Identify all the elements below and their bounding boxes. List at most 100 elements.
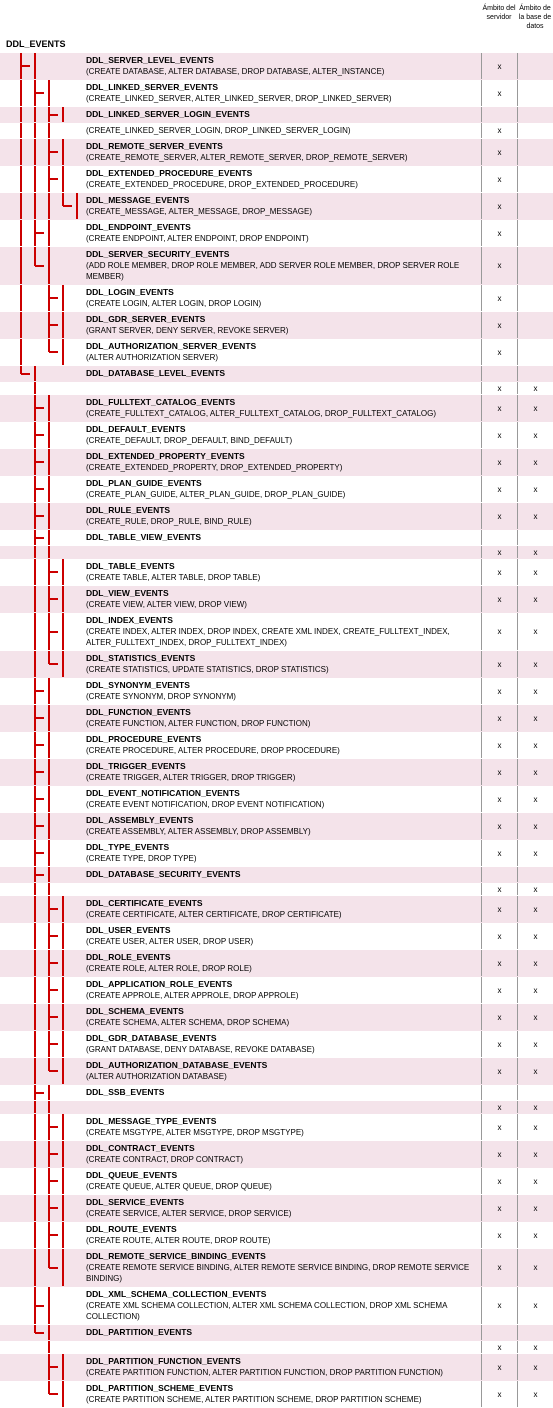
event-group-members: (CREATE TABLE, ALTER TABLE, DROP TABLE) [86,573,260,582]
cell-database-scope: x [517,1058,553,1084]
tree-row: DDL_TYPE_EVENTS(CREATE TYPE, DROP TYPE)x… [0,840,553,867]
cell-server-scope: x [481,840,517,866]
cell-server-scope: x [481,546,517,558]
tree-row: (CREATE_LINKED_SERVER_LOGIN, DROP_LINKED… [0,123,553,139]
root-node: DDL_EVENTS [0,35,553,53]
tree-row: DDL_INDEX_EVENTS(CREATE INDEX, ALTER IND… [0,613,553,651]
cell-database-scope: x [517,382,553,394]
node-text: DDL_STATISTICS_EVENTS(CREATE STATISTICS,… [84,651,481,677]
tree-row: xx [0,382,553,395]
cell-database-scope: x [517,840,553,866]
event-group-members: (CREATE_FULLTEXT_CATALOG, ALTER_FULLTEXT… [86,409,436,418]
cell-database-scope: x [517,586,553,612]
header-database-scope: Ámbito de la base de datos [517,4,553,31]
event-group-members: (CREATE QUEUE, ALTER QUEUE, DROP QUEUE) [86,1182,272,1191]
event-group-members: (CREATE ASSEMBLY, ALTER ASSEMBLY, DROP A… [86,827,311,836]
cell-database-scope: x [517,1341,553,1353]
cell-server-scope: x [481,1141,517,1167]
event-tree: DDL_SERVER_LEVEL_EVENTS(CREATE DATABASE,… [0,53,553,1408]
event-group-title: DDL_CERTIFICATE_EVENTS [86,898,203,908]
event-group-members: (CREATE USER, ALTER USER, DROP USER) [86,937,253,946]
tree-row: DDL_FUNCTION_EVENTS(CREATE FUNCTION, ALT… [0,705,553,732]
cell-server-scope: x [481,1354,517,1380]
event-group-members: (CREATE EVENT NOTIFICATION, DROP EVENT N… [86,800,324,809]
node-text: DDL_LINKED_SERVER_EVENTS(CREATE_LINKED_S… [84,80,481,106]
node-text: DDL_SSB_EVENTS [84,1085,481,1100]
event-group-title: DDL_LINKED_SERVER_LOGIN_EVENTS [86,109,250,119]
cell-server-scope: x [481,1058,517,1084]
tree-row: DDL_FULLTEXT_CATALOG_EVENTS(CREATE_FULLT… [0,395,553,422]
cell-server-scope: x [481,395,517,421]
event-group-title: DDL_TABLE_EVENTS [86,561,175,571]
node-text: DDL_TABLE_VIEW_EVENTS [84,530,481,545]
cell-server-scope: x [481,166,517,192]
cell-server-scope: x [481,220,517,246]
cell-database-scope [517,312,553,338]
node-text: DDL_ASSEMBLY_EVENTS(CREATE ASSEMBLY, ALT… [84,813,481,839]
event-group-title: DDL_EXTENDED_PROPERTY_EVENTS [86,451,245,461]
cell-database-scope [517,530,553,545]
event-group-title: DDL_AUTHORIZATION_DATABASE_EVENTS [86,1060,267,1070]
cell-server-scope: x [481,312,517,338]
node-text [84,883,481,895]
cell-server-scope: x [481,923,517,949]
event-group-members: (CREATE XML SCHEMA COLLECTION, ALTER XML… [86,1301,447,1321]
cell-server-scope: x [481,503,517,529]
cell-database-scope: x [517,732,553,758]
cell-server-scope: x [481,1004,517,1030]
node-text: DDL_SERVICE_EVENTS(CREATE SERVICE, ALTER… [84,1195,481,1221]
event-group-members: (CREATE CONTRACT, DROP CONTRACT) [86,1155,243,1164]
cell-server-scope: x [481,1381,517,1407]
event-group-title: DDL_PARTITION_SCHEME_EVENTS [86,1383,233,1393]
cell-server-scope: x [481,651,517,677]
cell-database-scope [517,366,553,381]
event-group-title: DDL_SYNONYM_EVENTS [86,680,190,690]
event-group-members: (CREATE INDEX, ALTER INDEX, DROP INDEX, … [86,627,450,647]
node-text [84,1101,481,1113]
node-text: DDL_LOGIN_EVENTS(CREATE LOGIN, ALTER LOG… [84,285,481,311]
cell-database-scope [517,247,553,284]
node-text: DDL_LINKED_SERVER_LOGIN_EVENTS [84,107,481,122]
cell-database-scope: x [517,813,553,839]
tree-row: DDL_VIEW_EVENTS(CREATE VIEW, ALTER VIEW,… [0,586,553,613]
tree-row: DDL_REMOTE_SERVER_EVENTS(CREATE_REMOTE_S… [0,139,553,166]
event-group-title: DDL_TABLE_VIEW_EVENTS [86,532,201,542]
event-group-title: DDL_PLAN_GUIDE_EVENTS [86,478,202,488]
cell-server-scope: x [481,559,517,585]
event-group-members: (CREATE SERVICE, ALTER SERVICE, DROP SER… [86,1209,291,1218]
cell-database-scope [517,193,553,219]
tree-row: DDL_GDR_DATABASE_EVENTS(GRANT DATABASE, … [0,1031,553,1058]
cell-database-scope: x [517,559,553,585]
event-group-title: DDL_ENDPOINT_EVENTS [86,222,191,232]
event-group-title: DDL_REMOTE_SERVICE_BINDING_EVENTS [86,1251,266,1261]
cell-server-scope: x [481,678,517,704]
tree-row: DDL_XML_SCHEMA_COLLECTION_EVENTS(CREATE … [0,1287,553,1325]
event-group-title: DDL_RULE_EVENTS [86,505,170,515]
event-group-members: (ALTER AUTHORIZATION SERVER) [86,353,218,362]
tree-row: DDL_DATABASE_LEVEL_EVENTS [0,366,553,382]
cell-server-scope: x [481,80,517,106]
cell-database-scope [517,1085,553,1100]
event-group-title: DDL_GDR_SERVER_EVENTS [86,314,205,324]
cell-server-scope: x [481,1101,517,1113]
tree-row: DDL_SERVER_LEVEL_EVENTS(CREATE DATABASE,… [0,53,553,80]
node-text: DDL_SERVER_LEVEL_EVENTS(CREATE DATABASE,… [84,53,481,79]
cell-database-scope: x [517,613,553,650]
event-group-members: (GRANT DATABASE, DENY DATABASE, REVOKE D… [86,1045,315,1054]
cell-server-scope: x [481,1168,517,1194]
cell-server-scope: x [481,1222,517,1248]
node-text: DDL_PLAN_GUIDE_EVENTS(CREATE_PLAN_GUIDE,… [84,476,481,502]
cell-database-scope [517,107,553,122]
event-group-members: (CREATE_REMOTE_SERVER, ALTER_REMOTE_SERV… [86,153,408,162]
event-group-title: DDL_USER_EVENTS [86,925,171,935]
tree-row: DDL_TABLE_VIEW_EVENTS [0,530,553,546]
cell-database-scope: x [517,678,553,704]
cell-database-scope: x [517,1354,553,1380]
tree-row: xx [0,1101,553,1114]
cell-server-scope: x [481,339,517,365]
cell-server-scope: x [481,1031,517,1057]
node-text: DDL_ROUTE_EVENTS(CREATE ROUTE, ALTER ROU… [84,1222,481,1248]
event-group-title: DDL_MESSAGE_TYPE_EVENTS [86,1116,216,1126]
event-group-title: DDL_SCHEMA_EVENTS [86,1006,184,1016]
node-text: DDL_SERVER_SECURITY_EVENTS(ADD ROLE MEMB… [84,247,481,284]
